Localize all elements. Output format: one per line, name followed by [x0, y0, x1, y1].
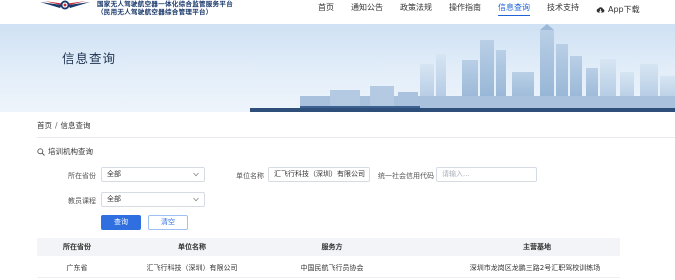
course-select-value: 全部	[107, 195, 121, 203]
credit-code-label: 统一社会信用代码	[378, 172, 434, 180]
brand-subtitle: （民用无人驾驶航空器综合管理平台）	[97, 8, 213, 16]
breadcrumb-home[interactable]: 首页	[37, 121, 52, 130]
nav-notices[interactable]: 通知公告	[351, 3, 383, 16]
chevron-down-icon	[193, 172, 199, 177]
column-header-main-base: 主营基地	[523, 243, 551, 251]
platform-brand: 国家无人驾驶航空器一体化综合监管服务平台 （民用无人驾驶航空器综合管理平台）	[97, 0, 233, 16]
search-icon	[37, 147, 45, 156]
province-label: 所在省份	[68, 172, 96, 180]
province-select-value: 全部	[107, 170, 121, 178]
row-divider	[37, 277, 620, 278]
reset-button[interactable]: 清空	[148, 215, 188, 230]
caac-logo-icon[interactable]	[40, 0, 90, 14]
page-banner: 信息查询	[0, 24, 675, 112]
cell-unit-name: 汇飞行科技（深圳）有限公司	[146, 264, 238, 272]
search-button[interactable]: 查询	[101, 215, 141, 230]
breadcrumb-current: 信息查询	[60, 121, 91, 130]
nav-tech-support[interactable]: 技术支持	[547, 3, 579, 16]
app-download-label: App下载	[608, 4, 640, 14]
main-nav: 首页 通知公告 政策法规 操作指南 信息查询 技术支持 App下载	[318, 3, 657, 16]
cell-main-base: 深圳市龙岗区龙鹏三路2号汇职驾校训练场	[469, 264, 601, 272]
column-header-service-provider: 服务方	[321, 243, 343, 251]
column-header-unit-name: 单位名称	[178, 243, 206, 251]
unit-name-input[interactable]: 汇飞行科技（深圳）有限公司	[268, 167, 370, 182]
nav-home[interactable]: 首页	[318, 3, 334, 16]
cell-service-provider: 中国民航飞行员协会	[300, 264, 364, 272]
section-title: 培训机构查询	[48, 147, 93, 156]
breadcrumb: 首页 / 信息查询	[37, 120, 91, 131]
breadcrumb-divider	[37, 137, 675, 138]
nav-guide[interactable]: 操作指南	[449, 3, 481, 16]
column-header-province: 所在省份	[63, 243, 91, 251]
province-select[interactable]: 全部	[101, 167, 205, 182]
brand-title: 国家无人驾驶航空器一体化综合监管服务平台	[97, 0, 233, 8]
nav-policies[interactable]: 政策法规	[400, 3, 432, 16]
nav-info-query[interactable]: 信息查询	[498, 3, 530, 16]
nav-app-download[interactable]: App下载	[596, 3, 640, 16]
cell-province: 广东省	[66, 264, 88, 272]
page-title: 信息查询	[62, 51, 117, 66]
course-select[interactable]: 全部	[101, 192, 205, 207]
chevron-down-icon	[193, 197, 199, 202]
cloud-download-icon	[596, 6, 605, 13]
city-skyline-illustration	[250, 24, 675, 112]
breadcrumb-separator: /	[55, 121, 58, 130]
top-header: 国家无人驾驶航空器一体化综合监管服务平台 （民用无人驾驶航空器综合管理平台） 首…	[0, 0, 675, 24]
section-header: 培训机构查询	[37, 146, 93, 157]
unit-name-label: 单位名称	[236, 172, 264, 180]
course-label: 教员课程	[68, 197, 96, 205]
table-header: 所在省份 单位名称 服务方 主营基地	[37, 238, 620, 256]
credit-code-input[interactable]: 请输入...	[436, 167, 537, 182]
